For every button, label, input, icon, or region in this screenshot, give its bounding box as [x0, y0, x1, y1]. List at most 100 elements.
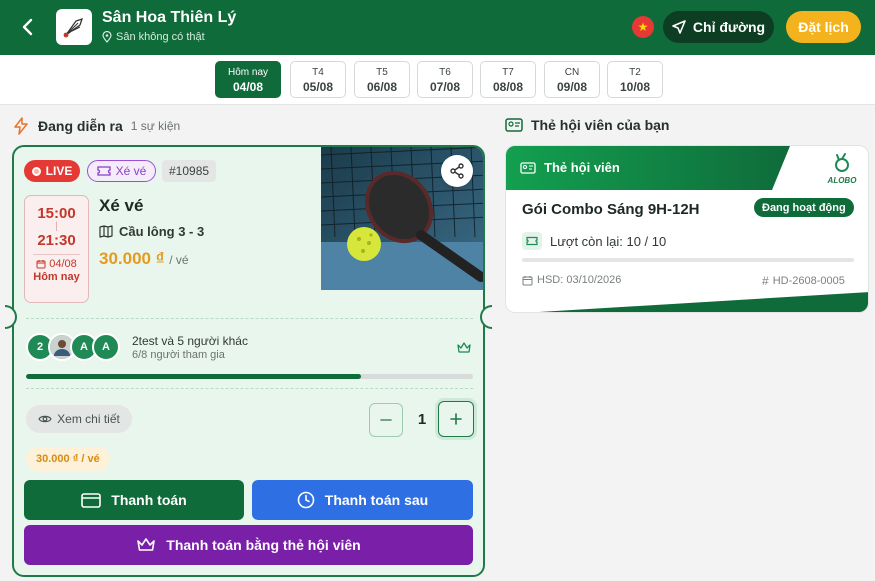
hash-icon: # [762, 274, 769, 288]
event-price-value: 30.000 ₫ [99, 249, 165, 268]
quantity-increase-button[interactable] [438, 401, 474, 437]
pay-with-membership-label: Thanh toán bằng thẻ hội viên [166, 537, 361, 553]
event-price: 30.000 ₫ / vé [99, 249, 189, 269]
date-chip-date: 05/08 [302, 80, 334, 94]
ticket-icon [522, 232, 542, 250]
date-chip-date: 04/08 [232, 80, 264, 94]
alobo-logo-icon [835, 153, 849, 172]
membership-remaining-label: Lượt còn lại: 10 / 10 [550, 233, 667, 249]
event-price-unit: / vé [169, 253, 189, 267]
navigation-arrow-icon [672, 20, 686, 34]
date-chip-dow: T4 [312, 67, 324, 78]
avatar: A [92, 333, 120, 361]
membership-expiry: HSD: 03/10/2026 [522, 274, 621, 286]
event-court: Cầu lông 3 - 3 [99, 224, 204, 239]
calendar-clock-icon [522, 275, 533, 285]
date-chip[interactable]: T7 08/08 [480, 61, 536, 98]
eye-icon [38, 415, 52, 423]
vietnam-flag-icon[interactable]: ★ [632, 16, 654, 38]
lightning-icon [14, 117, 28, 135]
time-separator: | [55, 221, 58, 232]
live-dot-icon [31, 166, 41, 176]
participation-progress [26, 374, 473, 379]
time-divider [33, 254, 80, 255]
crown-icon [457, 341, 471, 359]
ticket-icon [97, 166, 111, 176]
map-pin-icon [102, 31, 112, 43]
pay-later-label: Thanh toán sau [324, 492, 429, 508]
shuttlecock-logo-icon [63, 17, 84, 38]
end-time: 21:30 [37, 232, 76, 249]
participants-summary: 2test và 5 người khác [132, 334, 248, 348]
id-card-icon [505, 118, 523, 132]
view-details-button[interactable]: Xem chi tiết [26, 405, 132, 433]
live-label: LIVE [45, 164, 73, 178]
date-chip[interactable]: CN 09/08 [544, 61, 600, 98]
calendar-icon [36, 260, 46, 269]
date-chip[interactable]: T6 07/08 [417, 61, 473, 98]
participant-avatars[interactable]: 2 A A [26, 333, 136, 363]
event-code: #10985 [162, 160, 217, 182]
date-chip-date: 07/08 [429, 80, 461, 94]
membership-usage-bar [522, 258, 854, 262]
clock-icon [297, 491, 315, 509]
membership-status-badge: Đang hoạt động [754, 198, 854, 217]
date-chip-dow: CN [564, 67, 580, 78]
live-badge: LIVE [24, 160, 80, 182]
date-chip[interactable]: T5 06/08 [354, 61, 410, 98]
venue-name: Sân Hoa Thiên Lý [102, 9, 237, 26]
date-chip-date: 08/08 [492, 80, 524, 94]
pay-with-membership-button[interactable]: Thanh toán bằng thẻ hội viên [24, 525, 473, 565]
view-details-label: Xem chi tiết [57, 412, 120, 426]
quantity-decrease-button[interactable] [369, 403, 403, 437]
live-section-label: Đang diễn ra [38, 118, 123, 134]
quantity-value: 1 [417, 411, 427, 428]
membership-card-footer-bg [539, 292, 868, 312]
event-court-label: Cầu lông 3 - 3 [119, 224, 205, 239]
pay-button[interactable]: Thanh toán [24, 480, 244, 520]
membership-section-title: Thẻ hội viên của bạn [505, 117, 669, 133]
plus-icon [450, 413, 462, 425]
divider [26, 388, 473, 389]
date-chip-dow: T6 [439, 67, 451, 78]
membership-card-title: Thẻ hội viên [520, 160, 620, 175]
membership-expiry-value: HSD: 03/10/2026 [537, 274, 622, 286]
book-button[interactable]: Đặt lịch [786, 11, 861, 43]
share-icon [450, 163, 464, 179]
date-chip-date: 09/08 [556, 80, 588, 94]
event-date: 04/08 [25, 258, 88, 270]
participants-count: 6/8 người tham gia [132, 349, 225, 361]
date-chip[interactable]: T2 10/08 [607, 61, 663, 98]
subtotal-badge: 30.000 ₫ / vé [26, 447, 110, 471]
membership-card[interactable]: Thẻ hội viên ALOBO Gói Combo Sáng 9H-12H… [505, 145, 869, 313]
date-chip-dow: Hôm nay [227, 67, 268, 78]
date-chip-dow: T7 [502, 67, 514, 78]
back-button[interactable] [16, 14, 40, 40]
alobo-logo: ALOBO [822, 152, 862, 186]
event-card: LIVE Xé vé #10985 15:00 | 21:30 04/08 Hô… [12, 145, 485, 577]
share-button[interactable] [441, 155, 473, 187]
progress-fill [26, 374, 362, 379]
chevron-left-icon [22, 18, 33, 36]
credit-card-icon [81, 492, 102, 508]
date-selector: Hôm nay 04/08 T4 05/08 T5 06/08 T6 07/08… [0, 55, 875, 105]
directions-label: Chỉ đường [692, 19, 766, 35]
venue-logo [56, 9, 92, 45]
pay-label: Thanh toán [111, 492, 187, 508]
date-chip[interactable]: T4 05/08 [290, 61, 346, 98]
directions-button[interactable]: Chỉ đường [663, 11, 774, 43]
ticket-tag: Xé vé [87, 160, 156, 182]
pay-later-button[interactable]: Thanh toán sau [252, 480, 473, 520]
date-chip-date: 10/08 [619, 80, 651, 94]
membership-section-label: Thẻ hội viên của bạn [531, 117, 670, 133]
minus-icon [380, 419, 392, 421]
date-chip-dow: T2 [629, 67, 641, 78]
membership-plan-name: Gói Combo Sáng 9H-12H [522, 201, 700, 218]
event-date-value: 04/08 [49, 258, 77, 270]
event-day-label: Hôm nay [33, 271, 80, 283]
start-time: 15:00 [37, 205, 76, 222]
id-card-icon [520, 161, 536, 174]
date-chip[interactable]: Hôm nay 04/08 [215, 61, 281, 98]
ticket-tag-label: Xé vé [115, 164, 147, 178]
divider [26, 318, 473, 319]
